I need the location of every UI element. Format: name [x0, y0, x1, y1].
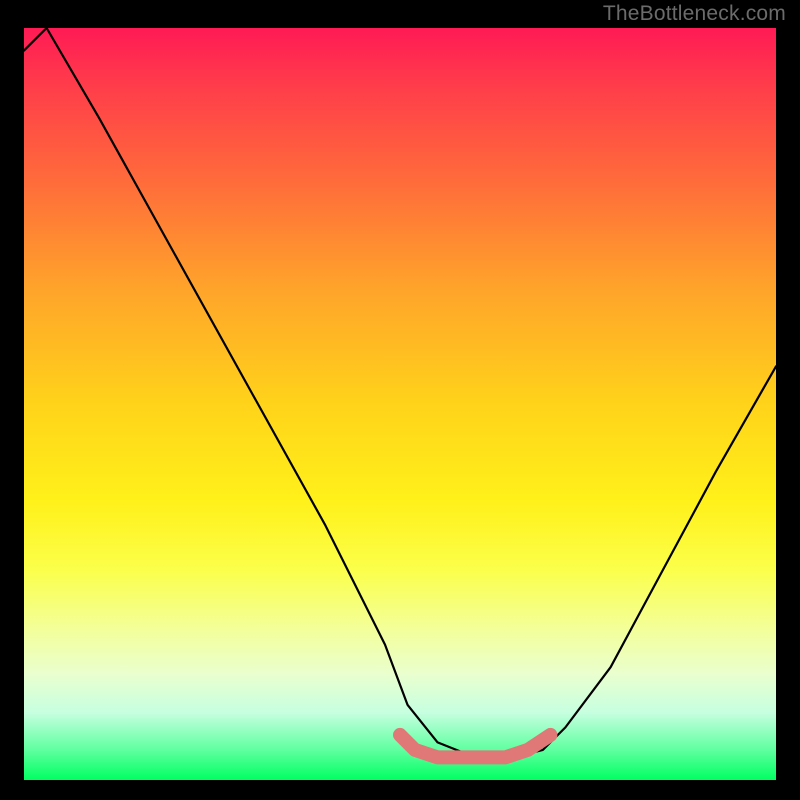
chart-overlay — [24, 28, 776, 780]
watermark-text: TheBottleneck.com — [603, 2, 786, 26]
marker-band-line — [400, 735, 550, 758]
bottleneck-curve-line — [24, 28, 776, 757]
chart-frame: TheBottleneck.com — [0, 0, 800, 800]
